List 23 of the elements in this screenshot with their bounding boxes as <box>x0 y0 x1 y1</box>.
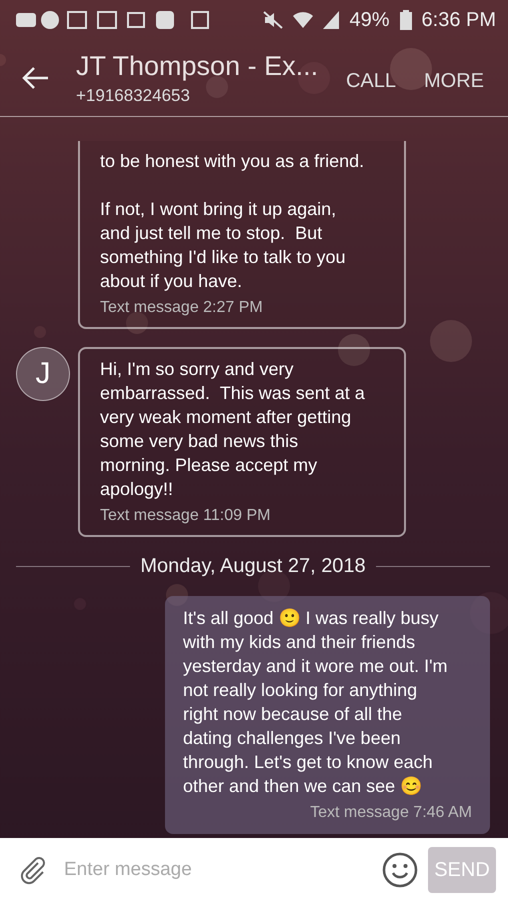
battery-percent: 49% <box>349 8 390 32</box>
message-time: Text message 2:27 PM <box>100 299 264 317</box>
contact-name: JT Thompson - Ex... <box>76 50 320 82</box>
message-text: Hi, I'm so sorry and very embarrassed. This was sent at a very weak moment after getting some very bad news this morning. Please accept my apology!! <box>100 358 366 501</box>
phone-number: +19168324653 <box>76 86 191 106</box>
date-divider: Monday, August 27, 2018 <box>140 555 366 578</box>
message-time: Text message 7:46 AM <box>309 804 472 822</box>
clock: 6:36 PM <box>422 8 496 32</box>
message-time: Text message 11:09 PM <box>100 507 272 525</box>
message-text: It's all good 🙂 I was really busy with my kids and their friends yesterday and it wore me out. I'm not really looking for anything right now because of all the dating challenges I've been through. Let's get to know each other and then we can see 😊 <box>183 607 449 798</box>
header-action[interactable]: CALL <box>332 70 410 92</box>
mute-icon <box>263 11 284 29</box>
message-text: If not, I wont bring it up again, and just tell me to stop. But something I'd like to talk to you about if you have. <box>100 198 347 293</box>
contact-avatar[interactable]: J <box>16 347 70 401</box>
message-input[interactable]: Enter message <box>58 853 372 887</box>
header-action[interactable]: MORE <box>410 70 498 92</box>
message-text: to be honest with you as a friend. <box>100 150 366 173</box>
paperclip-icon[interactable] <box>18 855 48 885</box>
battery-icon <box>400 10 412 30</box>
back-arrow-icon[interactable] <box>22 66 50 90</box>
signal-icon <box>323 11 340 29</box>
wifi-icon <box>293 11 314 29</box>
smiley-icon[interactable] <box>382 852 418 888</box>
